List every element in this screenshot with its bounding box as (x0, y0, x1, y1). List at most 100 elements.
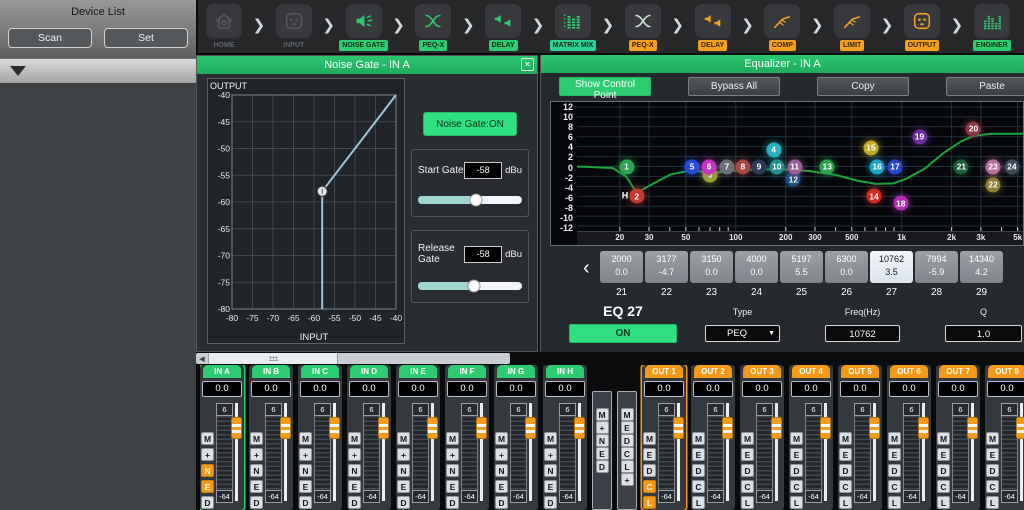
eq-point-1[interactable]: 1 (619, 159, 634, 174)
eq-band-cell[interactable]: 63000.0 (825, 251, 868, 283)
strip-button-C[interactable]: C (888, 480, 901, 493)
strip-button-E[interactable]: E (790, 448, 803, 461)
channel-tab[interactable]: OUT 6 (890, 365, 928, 378)
toolbar-item-matrix-mix[interactable]: MATRIX MIX (551, 4, 595, 51)
eq-point-2[interactable]: 2H (629, 189, 644, 204)
eq-plot-area[interactable]: 12H3567891041211131514161718192021222324 (577, 102, 1023, 231)
bypass-all-button[interactable]: Bypass All (688, 77, 780, 96)
strip-button-N[interactable]: N (596, 434, 609, 447)
strip-button-D[interactable]: D (888, 464, 901, 477)
channel-tab[interactable]: OUT 2 (694, 365, 732, 378)
fader[interactable] (231, 401, 242, 503)
strip-button-E[interactable]: E (692, 448, 705, 461)
scrollbar-thumb[interactable] (208, 353, 338, 364)
fader[interactable] (427, 401, 438, 503)
fader[interactable] (771, 401, 782, 503)
toolbar-item-peq-x-out[interactable]: PEQ-X (621, 4, 665, 51)
eq-point-24[interactable]: 24 (1004, 159, 1019, 174)
strip-button-E[interactable]: E (446, 480, 459, 493)
strip-button-D[interactable]: D (937, 464, 950, 477)
strip-button-N[interactable]: N (299, 464, 312, 477)
gain-value[interactable]: 0.0 (742, 381, 782, 397)
eq-point-15[interactable]: 15 (863, 140, 878, 155)
fader[interactable] (329, 401, 340, 503)
fader[interactable] (476, 401, 487, 503)
channel-tab[interactable]: OUT 7 (939, 365, 977, 378)
scan-button[interactable]: Scan (8, 28, 92, 48)
strip-button-D[interactable]: D (446, 496, 459, 509)
strip-button-D[interactable]: D (839, 464, 852, 477)
gain-value[interactable]: 0.0 (447, 381, 487, 397)
eq-point-17[interactable]: 17 (887, 159, 902, 174)
eq-band-cell[interactable]: 40000.0 (735, 251, 778, 283)
show-control-point-button[interactable]: Show Control Point (559, 77, 651, 96)
gate-param-slider[interactable] (418, 196, 522, 204)
gain-value[interactable]: 0.0 (987, 381, 1024, 397)
strip-button-D[interactable]: D (348, 496, 361, 509)
gain-value[interactable]: 0.0 (496, 381, 536, 397)
fader-handle[interactable] (476, 417, 487, 439)
strip-button-N[interactable]: N (250, 464, 263, 477)
strip-button-M[interactable]: M (888, 432, 901, 445)
eq-point-20[interactable]: 20 (966, 121, 981, 136)
strip-button-L[interactable]: L (621, 460, 634, 473)
noise-gate-graph[interactable]: -40-45-50-55-60-65-70-75-80-80-75-70-65-… (207, 78, 405, 344)
strip-button-+[interactable]: + (446, 448, 459, 461)
slider-thumb[interactable] (470, 194, 483, 207)
strip-button-+[interactable]: + (495, 448, 508, 461)
strip-button-M[interactable]: M (643, 432, 656, 445)
strip-button-M[interactable]: M (201, 432, 214, 445)
strip-button-E[interactable]: E (201, 480, 214, 493)
strip-button-M[interactable]: M (986, 432, 999, 445)
strip-button-M[interactable]: M (544, 432, 557, 445)
strip-button-M[interactable]: M (937, 432, 950, 445)
fader[interactable] (820, 401, 831, 503)
strip-button-M[interactable]: M (250, 432, 263, 445)
fader-handle[interactable] (869, 417, 880, 439)
strip-button-C[interactable]: C (839, 480, 852, 493)
strip-button-+[interactable]: + (544, 448, 557, 461)
strip-button-N[interactable]: N (544, 464, 557, 477)
mixer-horizontal-scrollbar[interactable]: ◀ (196, 353, 510, 364)
eq-band-cell[interactable]: 51975.5 (780, 251, 823, 283)
gain-value[interactable]: 0.0 (202, 381, 242, 397)
strip-button-+[interactable]: + (250, 448, 263, 461)
gate-param-slider[interactable] (418, 282, 522, 290)
strip-button-L[interactable]: L (986, 496, 999, 509)
device-list-expander[interactable] (0, 58, 196, 83)
fader[interactable] (525, 401, 536, 503)
strip-button-+[interactable]: + (397, 448, 410, 461)
gain-value[interactable]: 0.0 (398, 381, 438, 397)
strip-button-E[interactable]: E (299, 480, 312, 493)
fader-handle[interactable] (329, 417, 340, 439)
fader-handle[interactable] (771, 417, 782, 439)
fader[interactable] (722, 401, 733, 503)
eq-point-19[interactable]: 19 (912, 129, 927, 144)
eq-response-graph[interactable]: 121086420-2-4-6-8-10-12 12H3567891041211… (550, 101, 1024, 246)
strip-button-M[interactable]: M (692, 432, 705, 445)
band-scroll-left-icon[interactable]: ‹ (583, 255, 590, 281)
fader-handle[interactable] (918, 417, 929, 439)
eq-point-7[interactable]: 7 (719, 159, 734, 174)
eq-band-cell[interactable]: 107623.5 (870, 251, 913, 283)
strip-button-L[interactable]: L (692, 496, 705, 509)
fader-handle[interactable] (378, 417, 389, 439)
strip-button-M[interactable]: M (741, 432, 754, 445)
strip-button-M[interactable]: M (839, 432, 852, 445)
strip-button-L[interactable]: L (839, 496, 852, 509)
freq-field[interactable]: 10762 (825, 325, 900, 342)
strip-button-+[interactable]: + (621, 473, 634, 486)
eq-point-5[interactable]: 5 (685, 159, 700, 174)
strip-button-D[interactable]: D (790, 464, 803, 477)
toolbar-item-peq-x-in[interactable]: PEQ-X (411, 4, 455, 51)
strip-button-+[interactable]: + (348, 448, 361, 461)
channel-tab[interactable]: OUT 5 (841, 365, 879, 378)
gain-value[interactable]: 0.0 (251, 381, 291, 397)
strip-button-M[interactable]: M (397, 432, 410, 445)
strip-button-E[interactable]: E (839, 448, 852, 461)
strip-button-M[interactable]: M (446, 432, 459, 445)
eq-point-10[interactable]: 10 (769, 159, 784, 174)
gain-value[interactable]: 0.0 (300, 381, 340, 397)
fader-handle[interactable] (967, 417, 978, 439)
strip-button-E[interactable]: E (348, 480, 361, 493)
